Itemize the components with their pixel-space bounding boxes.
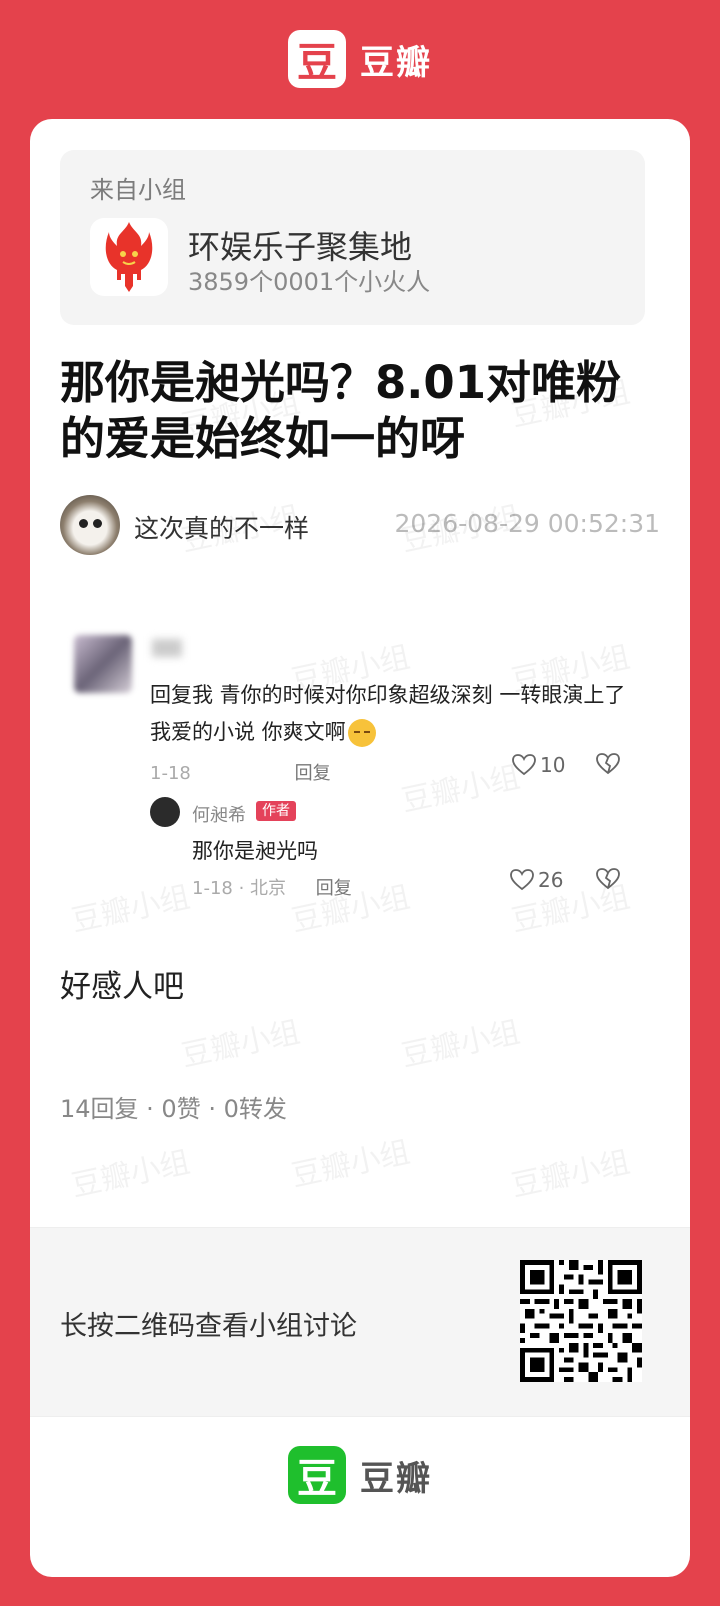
watermark: 豆瓣小组 (178, 1014, 304, 1075)
watermark: 豆瓣小组 (68, 1144, 194, 1205)
qr-code[interactable] (520, 1260, 642, 1382)
qr-section: 长按二维码查看小组讨论 (30, 1227, 690, 1417)
comment-meta: 1-18 回复 (150, 759, 331, 785)
post-timestamp: 2026-08-29 00:52:31 (394, 509, 660, 538)
broken-heart-icon (596, 753, 620, 775)
author-avatar[interactable] (60, 495, 120, 555)
comment-text: 回复我 青你的时候对你印象超级深刻 一转眼演上了我爱的小说 你爽文啊 (150, 677, 640, 751)
group-member-count: 3859个0001个小火人 (188, 268, 431, 296)
comment-reply-button: 回复 (294, 763, 331, 784)
heart-icon (512, 754, 536, 776)
brand-name: 豆瓣 (360, 42, 432, 83)
reply-reply-button: 回复 (315, 878, 352, 899)
author-row: 这次真的不一样 2026-08-29 00:52:31 (60, 495, 660, 557)
reply-date-location: 1-18 · 北京 (192, 878, 287, 899)
reply-meta: 1-18 · 北京 回复 (192, 874, 352, 900)
comment-dislike (596, 753, 620, 779)
from-group-label: 来自小组 (90, 176, 186, 204)
reply-like: 26 (510, 868, 563, 892)
bottom-brand: 豆 豆瓣 (30, 1444, 690, 1506)
broken-heart-icon (596, 868, 620, 890)
author-name[interactable]: 这次真的不一样 (134, 509, 309, 545)
reply-like-count: 26 (538, 868, 564, 892)
reply-author-name: 何昶希 (192, 805, 246, 826)
grinning-emoji-icon (347, 719, 376, 747)
post-card: 来自小组 环娱乐子聚集地 3859个0001个小火人 那你是昶光吗？8.01对唯… (30, 119, 690, 1577)
comment-like: 10 (512, 753, 565, 777)
top-brand: 豆 豆瓣 (0, 28, 720, 90)
embedded-comment-screenshot: 回复我 青你的时候对你印象超级深刻 一转眼演上了我爱的小说 你爽文啊 1-18 … (60, 619, 660, 919)
post-body: 好感人吧 (60, 969, 184, 1005)
douban-logo-icon: 豆 (288, 30, 346, 88)
group-info[interactable]: 来自小组 环娱乐子聚集地 3859个0001个小火人 (60, 150, 645, 325)
comment-like-count: 10 (540, 753, 566, 777)
watermark: 豆瓣小组 (288, 1134, 414, 1195)
comment-date: 1-18 (150, 763, 191, 784)
reply-text: 那你是昶光吗 (192, 839, 318, 863)
douban-logo-icon: 豆 (288, 1446, 346, 1504)
post-stats: 14回复 · 0赞 · 0转发 (60, 1095, 287, 1123)
reply-dislike (596, 868, 620, 894)
watermark: 豆瓣小组 (508, 1144, 634, 1205)
qr-instruction: 长按二维码查看小组讨论 (60, 1311, 357, 1342)
group-avatar (90, 218, 168, 296)
post-title: 那你是昶光吗？8.01对唯粉的爱是始终如一的呀 (60, 356, 622, 465)
blurred-avatar (74, 635, 132, 693)
brand-name: 豆瓣 (360, 1458, 432, 1499)
heart-icon (510, 869, 534, 891)
author-badge: 作者 (256, 801, 296, 821)
blurred-username (152, 639, 182, 657)
flame-icon (105, 222, 153, 292)
watermark: 豆瓣小组 (398, 1014, 524, 1075)
reply-author-avatar (150, 797, 180, 827)
